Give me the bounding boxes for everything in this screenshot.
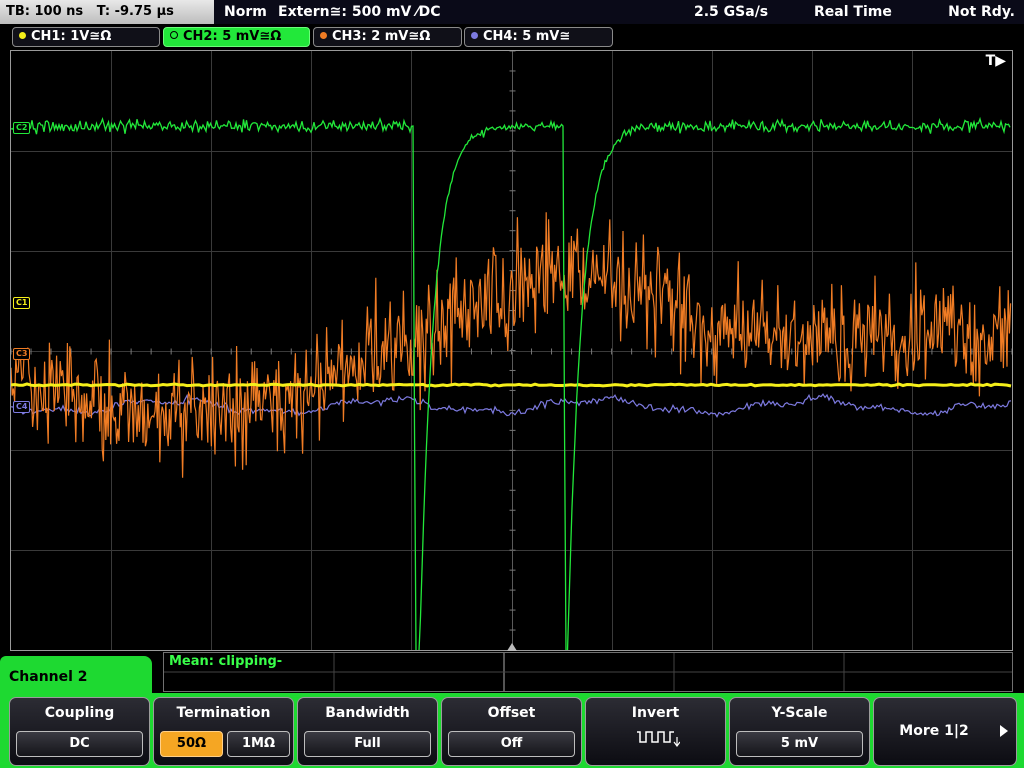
measurement-result: Mean: clipping- — [169, 654, 283, 669]
menu-title: Channel 2 — [0, 656, 152, 696]
tab-ch1[interactable]: CH1: 1V≅Ω — [12, 27, 160, 47]
ch3-dot-icon — [320, 32, 327, 39]
trigger-time-value: T: -9.75 µs — [96, 4, 174, 19]
offset-title: Offset — [487, 705, 536, 721]
ch2-dot-icon — [170, 31, 178, 39]
trigger-mode[interactable]: Norm — [224, 0, 267, 24]
termination-title: Termination — [176, 705, 271, 721]
ch1-level-marker[interactable]: C1 — [13, 297, 31, 309]
bandwidth-title: Bandwidth — [325, 705, 410, 721]
ch3-trace — [11, 212, 1012, 478]
acquisition-state: Not Rdy. — [948, 4, 1015, 20]
timebase-value: TB: 100 ns — [6, 4, 84, 19]
tab-ch4[interactable]: CH4: 5 mV≅ — [464, 27, 613, 47]
ch4-label: CH4: 5 mV≅ — [483, 29, 571, 44]
ch4-dot-icon — [471, 32, 478, 39]
y-scale-softkey[interactable]: Y-Scale 5 mV — [729, 697, 870, 766]
y-scale-title: Y-Scale — [771, 705, 828, 721]
termination-1mohm-option[interactable]: 1MΩ — [227, 731, 290, 757]
offset-value[interactable]: Off — [448, 731, 575, 757]
ch4-level-marker[interactable]: C4 — [13, 401, 31, 413]
trigger-position-marker[interactable]: T▶ — [986, 53, 1006, 69]
ch1-dot-icon — [19, 32, 26, 39]
trigger-time-marker-icon — [507, 643, 517, 651]
timebase-box[interactable]: TB: 100 ns T: -9.75 µs — [0, 0, 214, 24]
tab-ch2[interactable]: CH2: 5 mV≅Ω — [163, 27, 310, 47]
measurement-panel: Mean: clipping- — [163, 652, 1013, 692]
more-softkey[interactable]: More 1|2 — [873, 697, 1017, 766]
ch1-label: CH1: 1V≅Ω — [31, 29, 112, 44]
measurement-grid — [164, 653, 1012, 691]
ch1-trace — [11, 382, 1012, 388]
termination-softkey[interactable]: Termination 50Ω 1MΩ — [153, 697, 294, 766]
sample-rate: 2.5 GSa/s — [694, 4, 769, 20]
waveforms — [11, 116, 1012, 650]
ch3-level-marker[interactable]: C3 — [13, 348, 31, 360]
tab-ch3[interactable]: CH3: 2 mV≅Ω — [313, 27, 462, 47]
inverted-square-wave-icon — [637, 731, 680, 747]
ch2-level-marker[interactable]: C2 — [13, 122, 31, 134]
offset-softkey[interactable]: Offset Off — [441, 697, 582, 766]
more-label: More 1|2 — [899, 723, 969, 739]
acquisition-mode: Real Time — [814, 4, 892, 20]
status-bar: TB: 100 ns T: -9.75 µs Norm Extern≅: 500… — [0, 0, 1024, 24]
ch2-label: CH2: 5 mV≅Ω — [183, 29, 282, 44]
invert-title: Invert — [631, 705, 680, 721]
invert-softkey[interactable]: Invert — [585, 697, 726, 766]
bandwidth-softkey[interactable]: Bandwidth Full — [297, 697, 438, 766]
coupling-value[interactable]: DC — [16, 731, 143, 757]
ch3-label: CH3: 2 mV≅Ω — [332, 29, 431, 44]
coupling-title: Coupling — [44, 705, 115, 721]
termination-50ohm-option[interactable]: 50Ω — [160, 731, 223, 757]
right-triangle-icon — [1000, 725, 1008, 737]
y-scale-value[interactable]: 5 mV — [736, 731, 863, 757]
bandwidth-value[interactable]: Full — [304, 731, 431, 757]
waveform-display[interactable]: T▶ C2 C1 C3 C4 — [10, 50, 1013, 651]
coupling-softkey[interactable]: Coupling DC — [9, 697, 150, 766]
trigger-source[interactable]: Extern≅: 500 mV ⁄DC — [278, 0, 440, 24]
